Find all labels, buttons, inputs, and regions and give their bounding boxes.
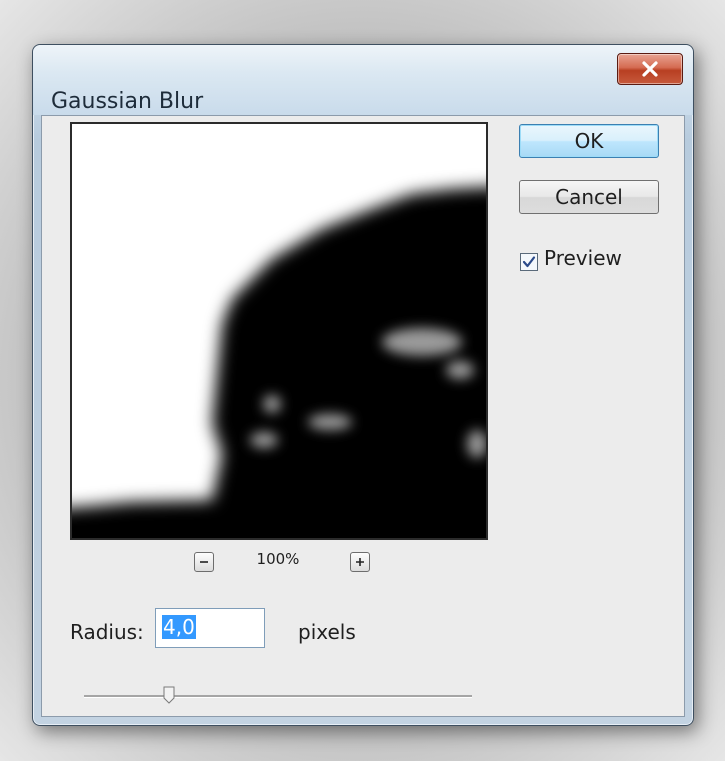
zoom-out-icon — [200, 561, 208, 563]
dialog-title: Gaussian Blur — [51, 89, 204, 114]
dialog-body: 100% OK Cancel Preview Radius: 4,0 pixel… — [41, 115, 685, 717]
preview-image[interactable] — [70, 122, 488, 540]
preview-label: Preview — [544, 246, 622, 270]
close-icon — [642, 61, 658, 77]
preview-checkbox[interactable] — [520, 253, 538, 271]
radius-slider-thumb[interactable] — [163, 686, 175, 704]
zoom-level: 100% — [256, 550, 300, 568]
radius-input[interactable]: 4,0 — [155, 608, 265, 648]
gaussian-blur-dialog: Gaussian Blur 100% OK Cancel Preview Rad… — [32, 44, 694, 726]
radius-label: Radius: — [70, 620, 144, 644]
checkmark-icon — [522, 256, 536, 268]
close-button[interactable] — [617, 53, 683, 85]
zoom-in-button[interactable] — [350, 552, 370, 572]
blurred-preview — [72, 124, 486, 538]
zoom-out-button[interactable] — [194, 552, 214, 572]
cancel-button[interactable]: Cancel — [519, 180, 659, 214]
radius-value: 4,0 — [162, 615, 196, 639]
title-bar[interactable]: Gaussian Blur — [33, 45, 693, 115]
ok-button[interactable]: OK — [519, 124, 659, 158]
radius-units-label: pixels — [298, 620, 356, 644]
radius-slider-track[interactable] — [84, 695, 472, 698]
zoom-in-icon — [356, 558, 364, 566]
